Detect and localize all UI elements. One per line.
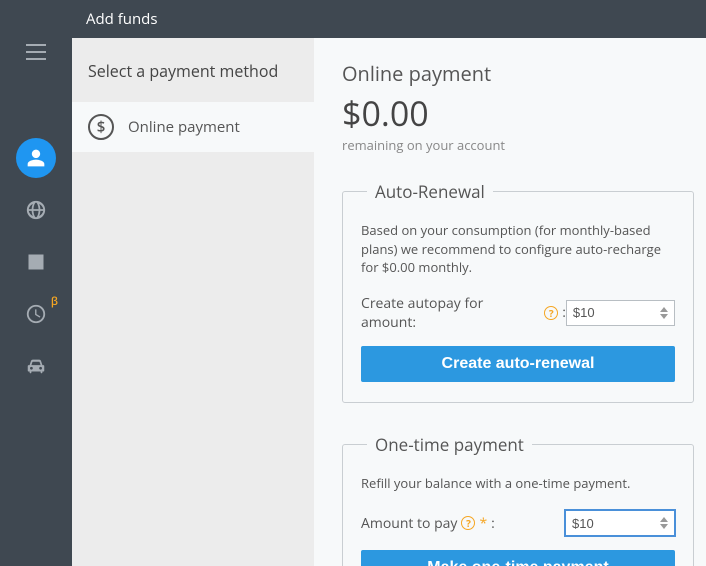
menu-button[interactable] — [0, 28, 72, 76]
auto-renewal-title: Auto-Renewal — [367, 180, 493, 203]
payment-method-sidebar: Select a payment method $ Online payment — [72, 38, 314, 566]
balance-subtext: remaining on your account — [342, 136, 694, 154]
autopay-amount-input[interactable] — [566, 300, 675, 326]
bar-chart-icon — [26, 252, 46, 272]
account-nav[interactable] — [0, 134, 72, 182]
dollar-icon: $ — [88, 114, 114, 140]
autopay-amount-label: Create autopay for amount: ?: — [361, 294, 566, 332]
auto-renewal-desc: Based on your consumption (for monthly-b… — [361, 221, 675, 276]
globe-icon — [25, 199, 47, 221]
sidebar-title: Select a payment method — [72, 38, 314, 102]
payment-panel: Online payment $0.00 remaining on your a… — [314, 38, 706, 566]
stepper-icon[interactable] — [660, 510, 672, 536]
make-one-time-payment-button[interactable]: Make one-time payment — [361, 550, 675, 566]
vehicles-nav[interactable] — [0, 342, 72, 390]
create-auto-renewal-button[interactable]: Create auto-renewal — [361, 346, 675, 382]
beta-badge: β — [51, 294, 58, 309]
reports-nav[interactable] — [0, 238, 72, 286]
stepper-icon[interactable] — [660, 300, 672, 326]
one-time-payment-section: One-time payment Refill your balance wit… — [342, 433, 694, 566]
one-time-amount-input[interactable] — [565, 510, 675, 536]
user-icon — [16, 138, 56, 178]
sidebar-item-online-payment[interactable]: $ Online payment — [72, 102, 314, 152]
sidebar-item-label: Online payment — [128, 117, 240, 137]
car-icon — [25, 355, 47, 377]
panel-title: Online payment — [342, 60, 694, 87]
page-title: Add funds — [86, 9, 158, 29]
one-time-amount-label: Amount to pay ?*: — [361, 514, 495, 533]
page-header: Add funds — [72, 0, 706, 38]
help-icon[interactable]: ? — [461, 516, 475, 530]
auto-renewal-section: Auto-Renewal Based on your consumption (… — [342, 180, 694, 403]
balance-amount: $0.00 — [342, 95, 694, 132]
web-nav[interactable] — [0, 186, 72, 234]
left-rail: β — [0, 0, 72, 566]
one-time-title: One-time payment — [367, 433, 532, 456]
required-asterisk: * — [479, 514, 487, 533]
one-time-desc: Refill your balance with a one-time paym… — [361, 474, 675, 492]
history-nav[interactable]: β — [0, 290, 72, 338]
help-icon[interactable]: ? — [544, 306, 558, 320]
hamburger-icon — [26, 44, 46, 60]
clock-icon — [25, 303, 47, 325]
